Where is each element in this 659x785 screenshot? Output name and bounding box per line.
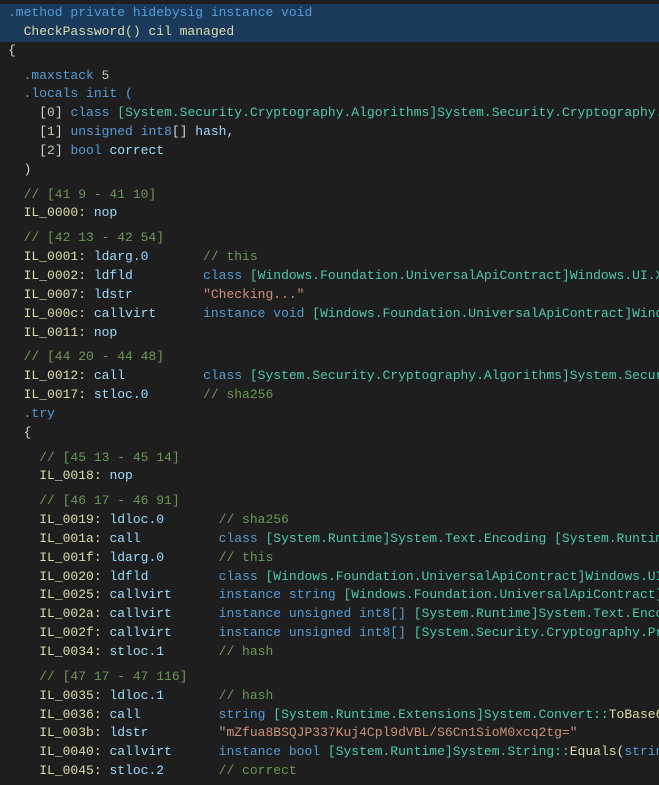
il-0025: IL_0025: callvirt instance string [Windo…: [0, 586, 659, 605]
il-0002: IL_0002: ldfld class [Windows.Foundation…: [0, 267, 659, 286]
il-0018: IL_0018: nop: [0, 467, 659, 486]
il-0020: IL_0020: ldfld class [Windows.Foundation…: [0, 568, 659, 587]
il-0012: IL_0012: call class [System.Security.Cry…: [0, 367, 659, 386]
try-keyword: .try: [0, 405, 659, 424]
il-002a: IL_002a: callvirt instance unsigned int8…: [0, 605, 659, 624]
il-0001: IL_0001: ldarg.0 // this: [0, 248, 659, 267]
il-0017: IL_0017: stloc.0 // sha256: [0, 386, 659, 405]
method-name: CheckPassword() cil managed: [8, 24, 234, 39]
kw-method: .method private hidebysig instance void: [8, 5, 312, 20]
comment-46: // [46 17 - 46 91]: [0, 492, 659, 511]
locals-close-line: ): [0, 161, 659, 180]
comment-45: // [45 13 - 45 14]: [0, 449, 659, 468]
open-brace: {: [0, 42, 659, 61]
method-signature-line2: CheckPassword() cil managed: [0, 23, 659, 42]
il-0011: IL_0011: nop: [0, 324, 659, 343]
local-2-line: [2] bool correct: [0, 142, 659, 161]
local-1-line: [1] unsigned int8[] hash,: [0, 123, 659, 142]
il-001a: IL_001a: call class [System.Runtime]Syst…: [0, 530, 659, 549]
code-viewer: .method private hidebysig instance void …: [0, 0, 659, 785]
il-0036: IL_0036: call string [System.Runtime.Ext…: [0, 706, 659, 725]
il-003b: IL_003b: ldstr "mZfua8BSQJP337Kuj4Cpl9dV…: [0, 724, 659, 743]
il-0040: IL_0040: callvirt instance bool [System.…: [0, 743, 659, 762]
maxstack-line: .maxstack 5: [0, 67, 659, 86]
il-0045: IL_0045: stloc.2 // correct: [0, 762, 659, 781]
comment-42: // [42 13 - 42 54]: [0, 229, 659, 248]
il-0007: IL_0007: ldstr "Checking...": [0, 286, 659, 305]
il-0000: IL_0000: nop: [0, 204, 659, 223]
il-0035: IL_0035: ldloc.1 // hash: [0, 687, 659, 706]
method-signature-line1: .method private hidebysig instance void: [0, 4, 659, 23]
il-002f: IL_002f: callvirt instance unsigned int8…: [0, 624, 659, 643]
il-001f: IL_001f: ldarg.0 // this: [0, 549, 659, 568]
try-open-brace: {: [0, 424, 659, 443]
local-0-line: [0] class [System.Security.Cryptography.…: [0, 104, 659, 123]
comment-44: // [44 20 - 44 48]: [0, 348, 659, 367]
comment-41: // [41 9 - 41 10]: [0, 186, 659, 205]
locals-init-line: .locals init (: [0, 85, 659, 104]
il-0019: IL_0019: ldloc.0 // sha256: [0, 511, 659, 530]
il-0034: IL_0034: stloc.1 // hash: [0, 643, 659, 662]
comment-47: // [47 17 - 47 116]: [0, 668, 659, 687]
il-000c: IL_000c: callvirt instance void [Windows…: [0, 305, 659, 324]
